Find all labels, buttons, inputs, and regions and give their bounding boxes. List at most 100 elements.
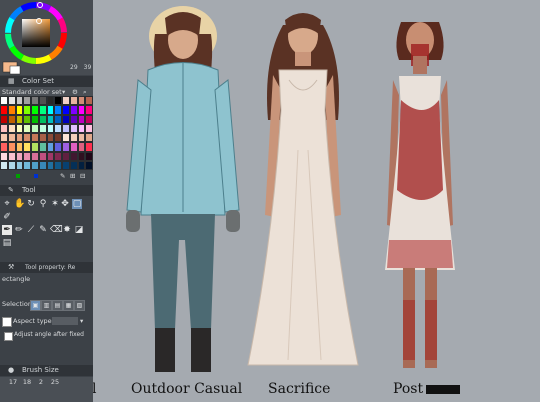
- color-swatch[interactable]: [46, 160, 55, 170]
- color-swatch[interactable]: [46, 105, 55, 115]
- drawing-canvas[interactable]: l Outdoor Casual Sacrifice Post: [93, 0, 540, 402]
- new-selection-button[interactable]: ▣: [30, 300, 41, 311]
- color-swatch[interactable]: [38, 105, 47, 115]
- color-swatch[interactable]: [7, 142, 16, 152]
- color-swatch[interactable]: [15, 133, 24, 143]
- add-swatch-icon[interactable]: ⊞: [70, 171, 75, 181]
- color-swatch[interactable]: [23, 142, 31, 152]
- color-swatch[interactable]: [85, 96, 93, 106]
- color-swatch[interactable]: [69, 160, 78, 170]
- eyedropper-icon[interactable]: ✐: [2, 212, 12, 222]
- color-swatch[interactable]: [46, 114, 55, 124]
- color-swatch[interactable]: [31, 123, 39, 133]
- color-swatch[interactable]: [15, 151, 24, 161]
- lasso-tool-icon[interactable]: ↻: [26, 199, 36, 209]
- color-swatch[interactable]: [77, 114, 86, 124]
- color-swatch[interactable]: [69, 142, 78, 152]
- color-swatch[interactable]: [23, 123, 31, 133]
- color-swatch[interactable]: [7, 151, 16, 161]
- color-swatch[interactable]: [69, 96, 78, 106]
- color-swatch[interactable]: [23, 105, 31, 115]
- color-set-header[interactable]: ▦ Color Set: [0, 76, 93, 87]
- pencil-tool-icon[interactable]: ✏: [14, 225, 24, 235]
- aspect-checkbox[interactable]: [2, 317, 12, 327]
- color-swatch[interactable]: [54, 142, 62, 152]
- color-swatch[interactable]: [46, 142, 55, 152]
- delete-swatch-icon[interactable]: ⊟: [80, 171, 85, 181]
- color-swatch[interactable]: [7, 133, 16, 143]
- color-swatch[interactable]: [23, 133, 31, 143]
- adjust-angle-checkbox[interactable]: [4, 332, 13, 341]
- tool-header[interactable]: ✎ Tool: [0, 185, 93, 196]
- color-swatch[interactable]: [85, 142, 93, 152]
- add-selection-button[interactable]: ▥: [41, 300, 52, 311]
- color-swatch[interactable]: [85, 151, 93, 161]
- brush-tool-icon[interactable]: ⟋: [26, 225, 36, 235]
- color-swatch[interactable]: [7, 105, 16, 115]
- color-swatch[interactable]: [38, 96, 47, 106]
- color-swatch[interactable]: [62, 151, 70, 161]
- rectangle-select-icon[interactable]: ▢: [72, 199, 82, 209]
- color-swatch[interactable]: [23, 96, 31, 106]
- color-swatch[interactable]: [23, 114, 31, 124]
- color-swatch[interactable]: [0, 151, 8, 161]
- color-swatch[interactable]: [62, 160, 70, 170]
- color-swatch[interactable]: [54, 96, 62, 106]
- color-swatch[interactable]: [38, 114, 47, 124]
- color-swatch[interactable]: [54, 105, 62, 115]
- color-swatch[interactable]: [85, 133, 93, 143]
- color-swatch[interactable]: [31, 105, 39, 115]
- pen-tool-icon[interactable]: ✒: [2, 225, 12, 235]
- color-swatch[interactable]: [23, 151, 31, 161]
- color-swatch-grid[interactable]: [0, 96, 93, 170]
- subtract-selection-button[interactable]: ▤: [52, 300, 63, 311]
- color-swatch[interactable]: [31, 142, 39, 152]
- aspect-select[interactable]: [52, 317, 78, 325]
- color-swatch[interactable]: [62, 96, 70, 106]
- eraser-icon[interactable]: ⌫: [50, 225, 63, 235]
- color-swatch[interactable]: [31, 96, 39, 106]
- color-swatch[interactable]: [62, 142, 70, 152]
- color-swatch[interactable]: [77, 151, 86, 161]
- hand-tool-icon[interactable]: ✋: [14, 199, 25, 209]
- color-swatch[interactable]: [15, 96, 24, 106]
- color-swatch[interactable]: [31, 151, 39, 161]
- color-swatch[interactable]: [77, 133, 86, 143]
- color-swatch[interactable]: [62, 133, 70, 143]
- color-swatch[interactable]: [69, 151, 78, 161]
- color-swatch[interactable]: [0, 160, 8, 170]
- color-swatch[interactable]: [15, 160, 24, 170]
- color-swatch[interactable]: [46, 96, 55, 106]
- tool-property-header[interactable]: ⚒ Tool property: Re: [0, 262, 93, 273]
- color-swatch[interactable]: [31, 160, 39, 170]
- zoom-tool-icon[interactable]: ⚲: [38, 199, 48, 209]
- color-swatch[interactable]: [0, 105, 8, 115]
- blend-tool-icon[interactable]: ✸: [62, 225, 72, 235]
- color-swatch[interactable]: [69, 123, 78, 133]
- airbrush-icon[interactable]: ✎: [38, 225, 48, 235]
- color-swatch[interactable]: [69, 114, 78, 124]
- brush-size-option[interactable]: 18: [20, 377, 34, 387]
- select-within-button[interactable]: ▧: [74, 300, 85, 311]
- color-swatch[interactable]: [15, 123, 24, 133]
- color-swatch[interactable]: [54, 151, 62, 161]
- color-swatch[interactable]: [69, 133, 78, 143]
- color-swatch[interactable]: [7, 123, 16, 133]
- color-swatch[interactable]: [7, 114, 16, 124]
- color-swatch[interactable]: [85, 114, 93, 124]
- color-swatch[interactable]: [46, 123, 55, 133]
- color-swatch[interactable]: [38, 133, 47, 143]
- color-swatch[interactable]: [38, 160, 47, 170]
- color-swatch[interactable]: [62, 105, 70, 115]
- select-tool-icon[interactable]: ⌖: [2, 199, 12, 209]
- color-swatch[interactable]: [77, 142, 86, 152]
- color-swatch[interactable]: [15, 105, 24, 115]
- color-swatch[interactable]: [46, 151, 55, 161]
- color-swatch[interactable]: [0, 133, 8, 143]
- color-swatch[interactable]: [62, 123, 70, 133]
- brush-size-option[interactable]: 2: [34, 377, 48, 387]
- brush-size-option[interactable]: 25: [48, 377, 62, 387]
- color-swatch[interactable]: [85, 123, 93, 133]
- brush-size-option[interactable]: 17: [6, 377, 20, 387]
- color-swatch[interactable]: [77, 160, 86, 170]
